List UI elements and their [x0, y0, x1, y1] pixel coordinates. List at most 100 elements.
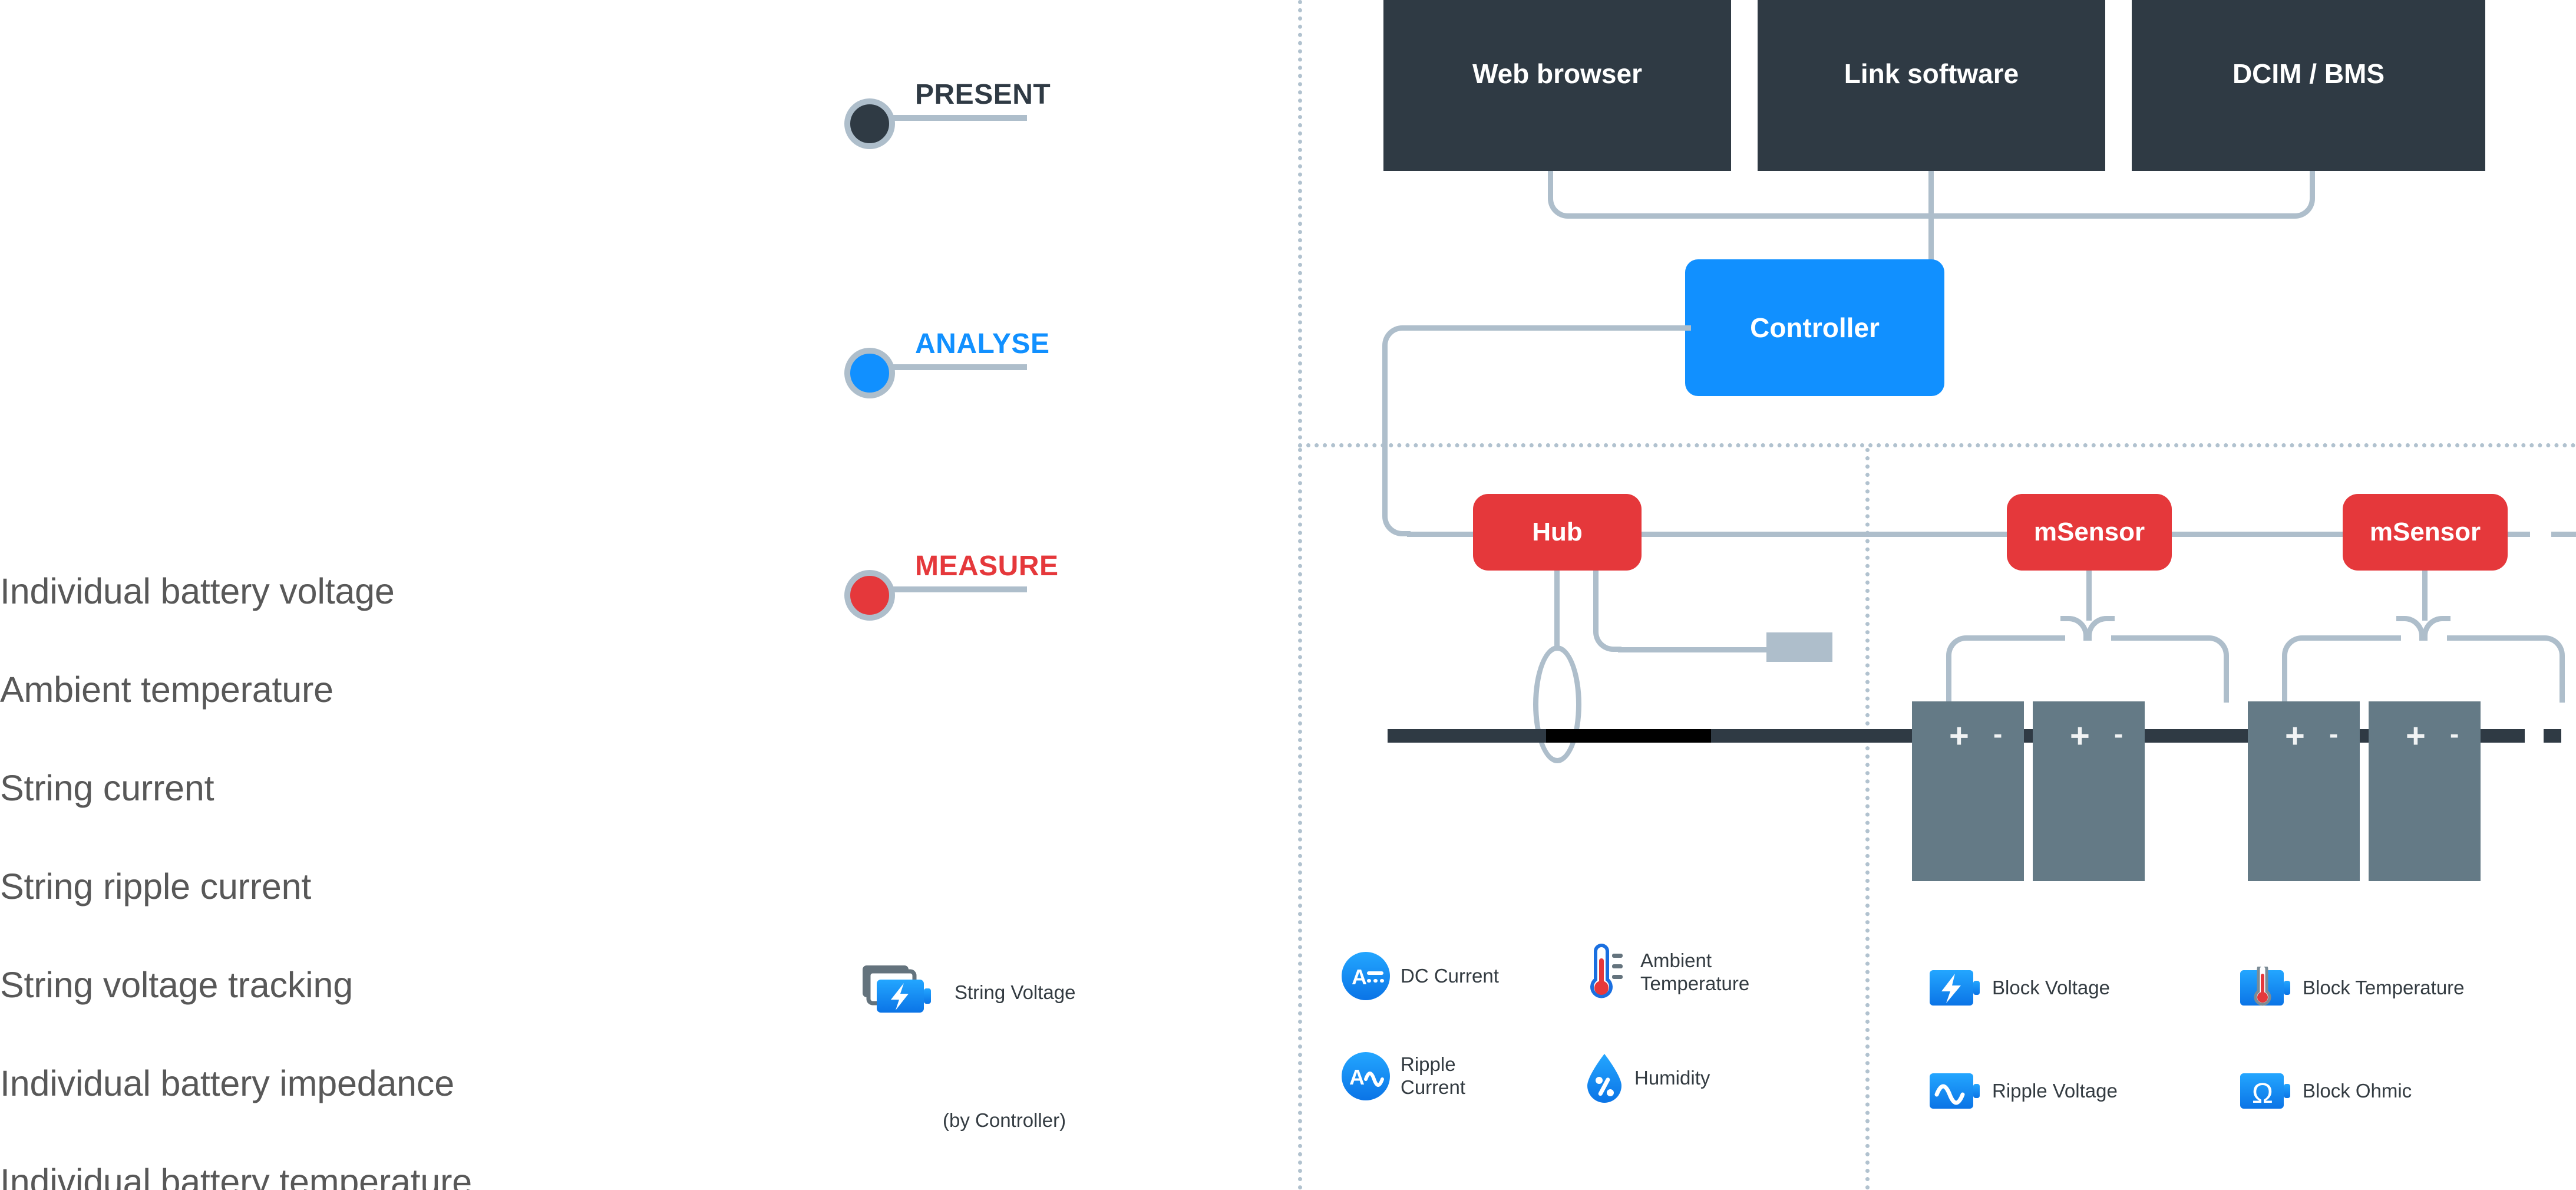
wire-top-bus — [1570, 213, 2289, 219]
block-temperature-icon — [2239, 967, 2292, 1009]
wire-msensor2-harness-v — [2422, 571, 2428, 621]
wire-m2-left-drop — [2282, 659, 2287, 703]
divider-horizontal — [1298, 443, 2576, 447]
wire-m1-right-h — [2111, 635, 2204, 641]
wire-msensor-chain-continues — [2505, 532, 2576, 537]
box-controller[interactable]: Controller — [1685, 259, 1944, 396]
measure-dot-icon — [844, 570, 895, 621]
box-msensor-1-label: mSensor — [2033, 517, 2145, 546]
measurement-list: Individual battery voltage Ambient tempe… — [0, 542, 813, 1190]
legend-string-voltage: String Voltage — [861, 963, 1075, 1022]
box-web-browser[interactable]: Web browser — [1383, 0, 1731, 171]
svg-text:A: A — [1352, 965, 1367, 989]
list-item: Individual battery impedance — [0, 1063, 454, 1103]
box-link-software[interactable]: Link software — [1758, 0, 2105, 171]
wire-m2-left-h — [2307, 635, 2401, 641]
block-ohmic-icon: Ω — [2239, 1070, 2292, 1112]
analyse-dot-icon — [844, 348, 895, 398]
analyse-connector — [891, 364, 1027, 370]
legend-block-temperature-label: Block Temperature — [2303, 976, 2465, 998]
battery-3-positive-terminal: + — [2285, 717, 2305, 755]
wire-m2-right-drop — [2560, 659, 2565, 703]
wire-m1-right-drop — [2224, 659, 2229, 703]
box-link-software-label: Link software — [1844, 58, 2019, 89]
ripple-current-icon: A — [1342, 1052, 1390, 1100]
wire-hub-to-sensor-lead-v — [1593, 571, 1599, 629]
wire-msensor1-harness-v — [2086, 571, 2092, 621]
legend-ripple-voltage: Ripple Voltage — [1928, 1070, 2118, 1112]
legend-ripple-current: A Ripple Current — [1342, 1052, 1465, 1100]
divider-vertical-left-bottom — [1298, 448, 1302, 1190]
legend-humidity: Humidity — [1585, 1052, 1710, 1104]
current-transformer-icon — [1533, 645, 1581, 763]
wire-hub-input — [1407, 532, 1478, 537]
divider-vertical-left-top — [1298, 0, 1302, 448]
legend-block-ohmic-label: Block Ohmic — [2303, 1079, 2412, 1102]
legend-string-voltage-label: String Voltage — [955, 981, 1076, 1003]
legend-ambient-temperature-label: Ambient Temperature — [1640, 950, 1750, 994]
busbar-shunt-segment — [1546, 729, 1711, 743]
wire-m1-left-h — [1971, 635, 2065, 641]
wire-hub-to-msensor1 — [1642, 532, 2007, 537]
stage-label-present: PRESENT — [915, 79, 1051, 110]
humidity-icon — [1585, 1052, 1624, 1104]
present-connector — [891, 115, 1027, 121]
legend-block-temperature: Block Temperature — [2239, 967, 2465, 1009]
wire-m1-left-drop — [1946, 659, 1951, 703]
measure-connector — [891, 586, 1027, 592]
legend-dc-current-label: DC Current — [1401, 964, 1499, 987]
wire-controller-to-hub-v — [1382, 349, 1388, 514]
box-hub[interactable]: Hub — [1473, 494, 1642, 571]
legend-block-voltage-label: Block Voltage — [1992, 976, 2110, 998]
box-msensor-2[interactable]: mSensor — [2343, 494, 2508, 571]
battery-1-positive-terminal: + — [1949, 717, 1969, 755]
list-item: String voltage tracking — [0, 965, 353, 1005]
list-item: Individual battery voltage — [0, 571, 395, 611]
string-voltage-icon — [861, 963, 944, 1022]
list-item: Ambient temperature — [0, 670, 333, 710]
legend-ambient-temperature: Ambient Temperature — [1585, 943, 1749, 1002]
wire-sensor-lead-h — [1618, 647, 1769, 652]
legend-string-voltage-caption: (by Controller) — [943, 1109, 1066, 1131]
battery-4-positive-terminal: + — [2406, 717, 2426, 755]
wire-controller-to-hub-h — [1408, 325, 1691, 331]
dc-current-icon: A — [1342, 952, 1390, 1000]
ripple-voltage-icon — [1928, 1070, 1981, 1112]
diagram-canvas: Individual battery voltage Ambient tempe… — [0, 0, 2576, 1190]
box-web-browser-label: Web browser — [1472, 58, 1642, 89]
box-msensor-1[interactable]: mSensor — [2007, 494, 2172, 571]
wire-msensor1-to-msensor2 — [2172, 532, 2343, 537]
box-hub-label: Hub — [1532, 517, 1583, 546]
legend-block-voltage: Block Voltage — [1928, 967, 2110, 1009]
list-item: Individual battery temperature — [0, 1162, 472, 1190]
legend-dc-current: A DC Current — [1342, 952, 1499, 1000]
box-dcim-bms[interactable]: DCIM / BMS — [2132, 0, 2485, 171]
present-dot-icon — [844, 98, 895, 149]
wire-elbow-sensor-lead — [1593, 624, 1621, 652]
block-voltage-icon — [1928, 967, 1981, 1009]
wire-elbow-hub-in — [1382, 508, 1411, 536]
battery-2-positive-terminal: + — [2070, 717, 2090, 755]
divider-vertical-mid — [1865, 448, 1870, 1190]
legend-block-ohmic: Ω Block Ohmic — [2239, 1070, 2412, 1112]
legend-ripple-voltage-label: Ripple Voltage — [1992, 1079, 2118, 1102]
list-item: String ripple current — [0, 866, 312, 906]
wire-m2-right-h — [2447, 635, 2540, 641]
battery-1-negative-terminal: - — [1993, 718, 2003, 749]
legend-humidity-label: Humidity — [1634, 1066, 1710, 1089]
box-dcim-bms-label: DCIM / BMS — [2232, 58, 2385, 89]
ambient-sensor-probe-icon — [1766, 632, 1832, 662]
battery-4-negative-terminal: - — [2450, 718, 2459, 749]
svg-text:A: A — [1349, 1065, 1365, 1089]
battery-2-negative-terminal: - — [2114, 718, 2123, 749]
busbar-continues — [2507, 729, 2576, 743]
ambient-temperature-icon — [1585, 943, 1630, 1002]
wire-hub-to-ct — [1554, 571, 1560, 648]
list-item: String current — [0, 768, 214, 808]
stage-label-analyse: ANALYSE — [915, 328, 1050, 360]
legend-ripple-current-label: Ripple Current — [1401, 1053, 1466, 1098]
stage-label-measure: MEASURE — [915, 551, 1059, 582]
battery-3-negative-terminal: - — [2329, 718, 2339, 749]
box-msensor-2-label: mSensor — [2369, 517, 2481, 546]
box-controller-label: Controller — [1750, 312, 1880, 343]
